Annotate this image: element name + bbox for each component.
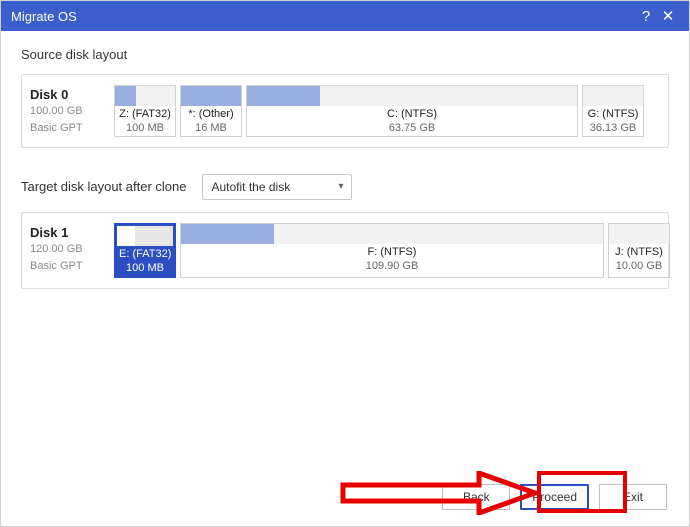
partition-usage-bar	[181, 86, 241, 106]
fit-mode-value: Autofit the disk	[211, 180, 290, 194]
partition-label: *: (Other)	[181, 106, 241, 122]
partition-usage-bar	[115, 86, 175, 106]
source-partition[interactable]: *: (Other)16 MB	[180, 85, 242, 137]
partition-usage-fill	[117, 226, 135, 246]
target-disk-panel: Disk 1 120.00 GB Basic GPT E: (FAT32)100…	[21, 212, 669, 289]
target-partitions-row: E: (FAT32)100 MBF: (NTFS)109.90 GBJ: (NT…	[114, 223, 670, 278]
partition-size: 36.13 GB	[583, 122, 643, 135]
target-disk-scheme: Basic GPT	[30, 259, 110, 274]
partition-size: 63.75 GB	[247, 122, 577, 135]
partition-label: J: (NTFS)	[609, 244, 669, 260]
partition-usage-bar	[247, 86, 577, 106]
exit-button[interactable]: Exit	[599, 484, 667, 510]
source-disk-panel: Disk 0 100.00 GB Basic GPT Z: (FAT32)100…	[21, 74, 669, 148]
target-disk-info: Disk 1 120.00 GB Basic GPT	[30, 223, 110, 278]
partition-usage-bar	[117, 226, 173, 246]
partition-label: F: (NTFS)	[181, 244, 603, 260]
partition-usage-bar	[583, 86, 643, 106]
source-disk-info: Disk 0 100.00 GB Basic GPT	[30, 85, 110, 137]
partition-label: G: (NTFS)	[583, 106, 643, 122]
target-header-row: Target disk layout after clone Autofit t…	[21, 174, 669, 200]
target-disk-capacity: 120.00 GB	[30, 242, 110, 257]
partition-size: 109.90 GB	[181, 260, 603, 273]
back-button[interactable]: Back	[442, 484, 510, 510]
target-partition[interactable]: E: (FAT32)100 MB	[114, 223, 176, 278]
footer: Back Proceed Exit	[1, 468, 689, 526]
partition-usage-bar	[609, 224, 669, 244]
source-partitions-row: Z: (FAT32)100 MB*: (Other)16 MBC: (NTFS)…	[114, 85, 660, 137]
partition-label: E: (FAT32)	[117, 246, 173, 262]
source-disk-capacity: 100.00 GB	[30, 104, 110, 119]
content-area: Source disk layout Disk 0 100.00 GB Basi…	[1, 31, 689, 321]
partition-size: 100 MB	[117, 262, 173, 275]
window-title: Migrate OS	[11, 9, 635, 24]
source-disk-name: Disk 0	[30, 87, 110, 102]
target-heading: Target disk layout after clone	[21, 179, 186, 194]
source-heading: Source disk layout	[21, 47, 669, 62]
partition-label: Z: (FAT32)	[115, 106, 175, 122]
partition-usage-fill	[181, 86, 241, 106]
source-partition[interactable]: Z: (FAT32)100 MB	[114, 85, 176, 137]
partition-size: 16 MB	[181, 122, 241, 135]
partition-usage-fill	[247, 86, 320, 106]
target-partition[interactable]: J: (NTFS)10.00 GB	[608, 223, 670, 278]
target-partition[interactable]: F: (NTFS)109.90 GB	[180, 223, 604, 278]
partition-usage-fill	[181, 224, 274, 244]
partition-size: 100 MB	[115, 122, 175, 135]
fit-mode-dropdown[interactable]: Autofit the disk ▾	[202, 174, 352, 200]
help-icon[interactable]: ?	[635, 8, 657, 25]
partition-size: 10.00 GB	[609, 260, 669, 273]
target-disk-name: Disk 1	[30, 225, 110, 240]
source-partition[interactable]: C: (NTFS)63.75 GB	[246, 85, 578, 137]
chevron-down-icon: ▾	[338, 181, 343, 192]
source-disk-scheme: Basic GPT	[30, 121, 110, 136]
proceed-button[interactable]: Proceed	[520, 484, 589, 510]
partition-label: C: (NTFS)	[247, 106, 577, 122]
partition-usage-fill	[115, 86, 136, 106]
title-bar: Migrate OS ? ✕	[1, 1, 689, 31]
partition-usage-bar	[181, 224, 603, 244]
close-icon[interactable]: ✕	[657, 7, 679, 25]
source-partition[interactable]: G: (NTFS)36.13 GB	[582, 85, 644, 137]
